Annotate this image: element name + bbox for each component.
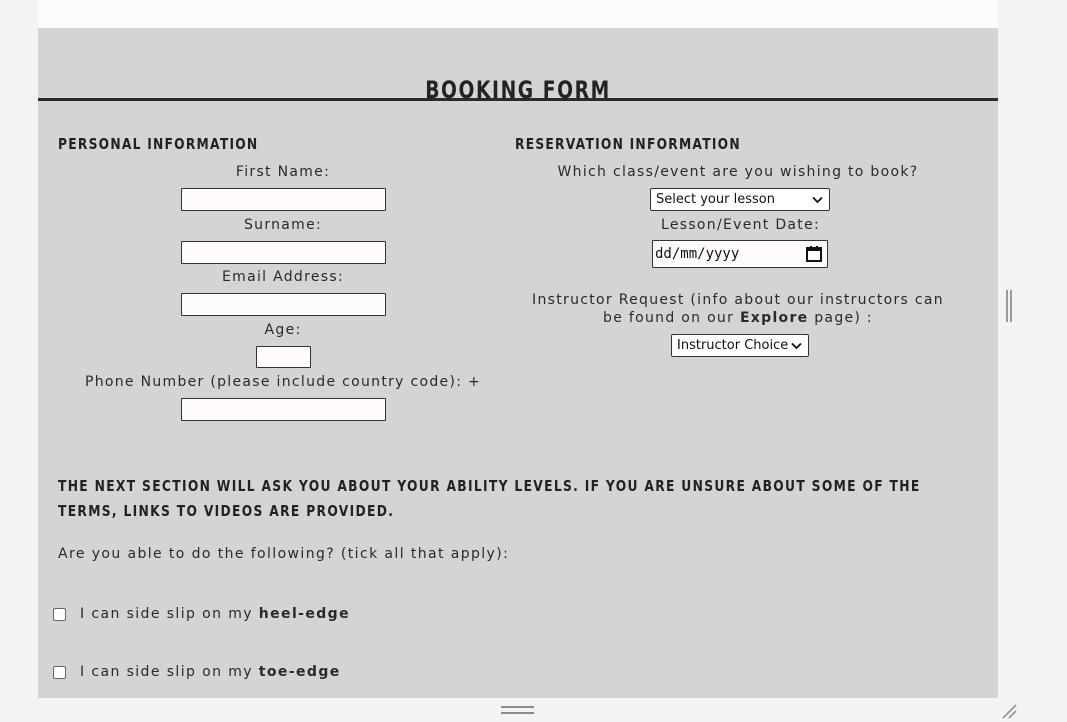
date-placeholder: dd/mm/yyyy xyxy=(655,246,740,262)
toe-edge-label-pre: I can side slip on my xyxy=(80,664,253,680)
email-input[interactable] xyxy=(181,293,386,316)
resize-grip-icon[interactable] xyxy=(1000,702,1018,720)
age-input[interactable] xyxy=(256,346,311,368)
panel-resize-handle[interactable] xyxy=(1006,290,1012,322)
calendar-icon[interactable] xyxy=(805,245,823,263)
toe-edge-term: toe-edge xyxy=(258,664,341,680)
class-question-label: Which class/event are you wishing to boo… xyxy=(557,164,919,180)
surname-label: Surname: xyxy=(243,217,323,233)
phone-input[interactable] xyxy=(181,398,386,421)
heel-edge-term: heel-edge xyxy=(258,606,350,622)
ability-section-heading: THE NEXT SECTION WILL ASK YOU ABOUT YOUR… xyxy=(58,477,921,520)
email-label: Email Address: xyxy=(222,269,344,285)
instructor-label-pre: be found on our xyxy=(603,310,735,326)
phone-label: Phone Number (please include country cod… xyxy=(84,374,482,390)
lesson-select[interactable]: Select your lesson xyxy=(650,188,830,211)
reservation-info-heading: RESERVATION INFORMATION xyxy=(515,135,741,153)
heel-edge-label: I can side slip on my heel-edge xyxy=(80,606,350,622)
instructor-label-post: page) : xyxy=(814,310,873,326)
surname-input[interactable] xyxy=(181,241,386,264)
date-label: Lesson/Event Date: xyxy=(660,217,821,233)
lesson-date-input[interactable]: dd/mm/yyyy xyxy=(652,240,828,268)
bottom-drag-handle[interactable] xyxy=(501,706,534,714)
explore-link[interactable]: Explore xyxy=(740,310,809,326)
first-name-input[interactable] xyxy=(181,188,386,211)
ability-question: Are you able to do the following? (tick … xyxy=(58,546,510,562)
page-top-strip xyxy=(38,0,998,28)
age-label: Age: xyxy=(264,322,302,338)
booking-form: BOOKING FORM PERSONAL INFORMATION First … xyxy=(38,28,998,698)
first-name-label: First Name: xyxy=(235,164,331,180)
chevron-down-icon xyxy=(812,189,823,210)
instructor-select[interactable]: Instructor Choice xyxy=(671,334,809,357)
title-divider xyxy=(38,98,998,101)
toe-edge-checkbox[interactable] xyxy=(53,666,66,679)
chevron-down-icon xyxy=(791,335,802,356)
personal-info-heading: PERSONAL INFORMATION xyxy=(58,135,259,153)
toe-edge-label: I can side slip on my toe-edge xyxy=(80,664,341,680)
instructor-label-line2: be found on our Explore page) : xyxy=(508,310,968,326)
heel-edge-label-pre: I can side slip on my xyxy=(80,606,253,622)
instructor-select-value: Instructor Choice xyxy=(677,338,789,353)
heel-edge-checkbox[interactable] xyxy=(53,608,66,621)
instructor-label-line1: Instructor Request (info about our instr… xyxy=(532,292,944,308)
lesson-select-value: Select your lesson xyxy=(656,192,775,207)
